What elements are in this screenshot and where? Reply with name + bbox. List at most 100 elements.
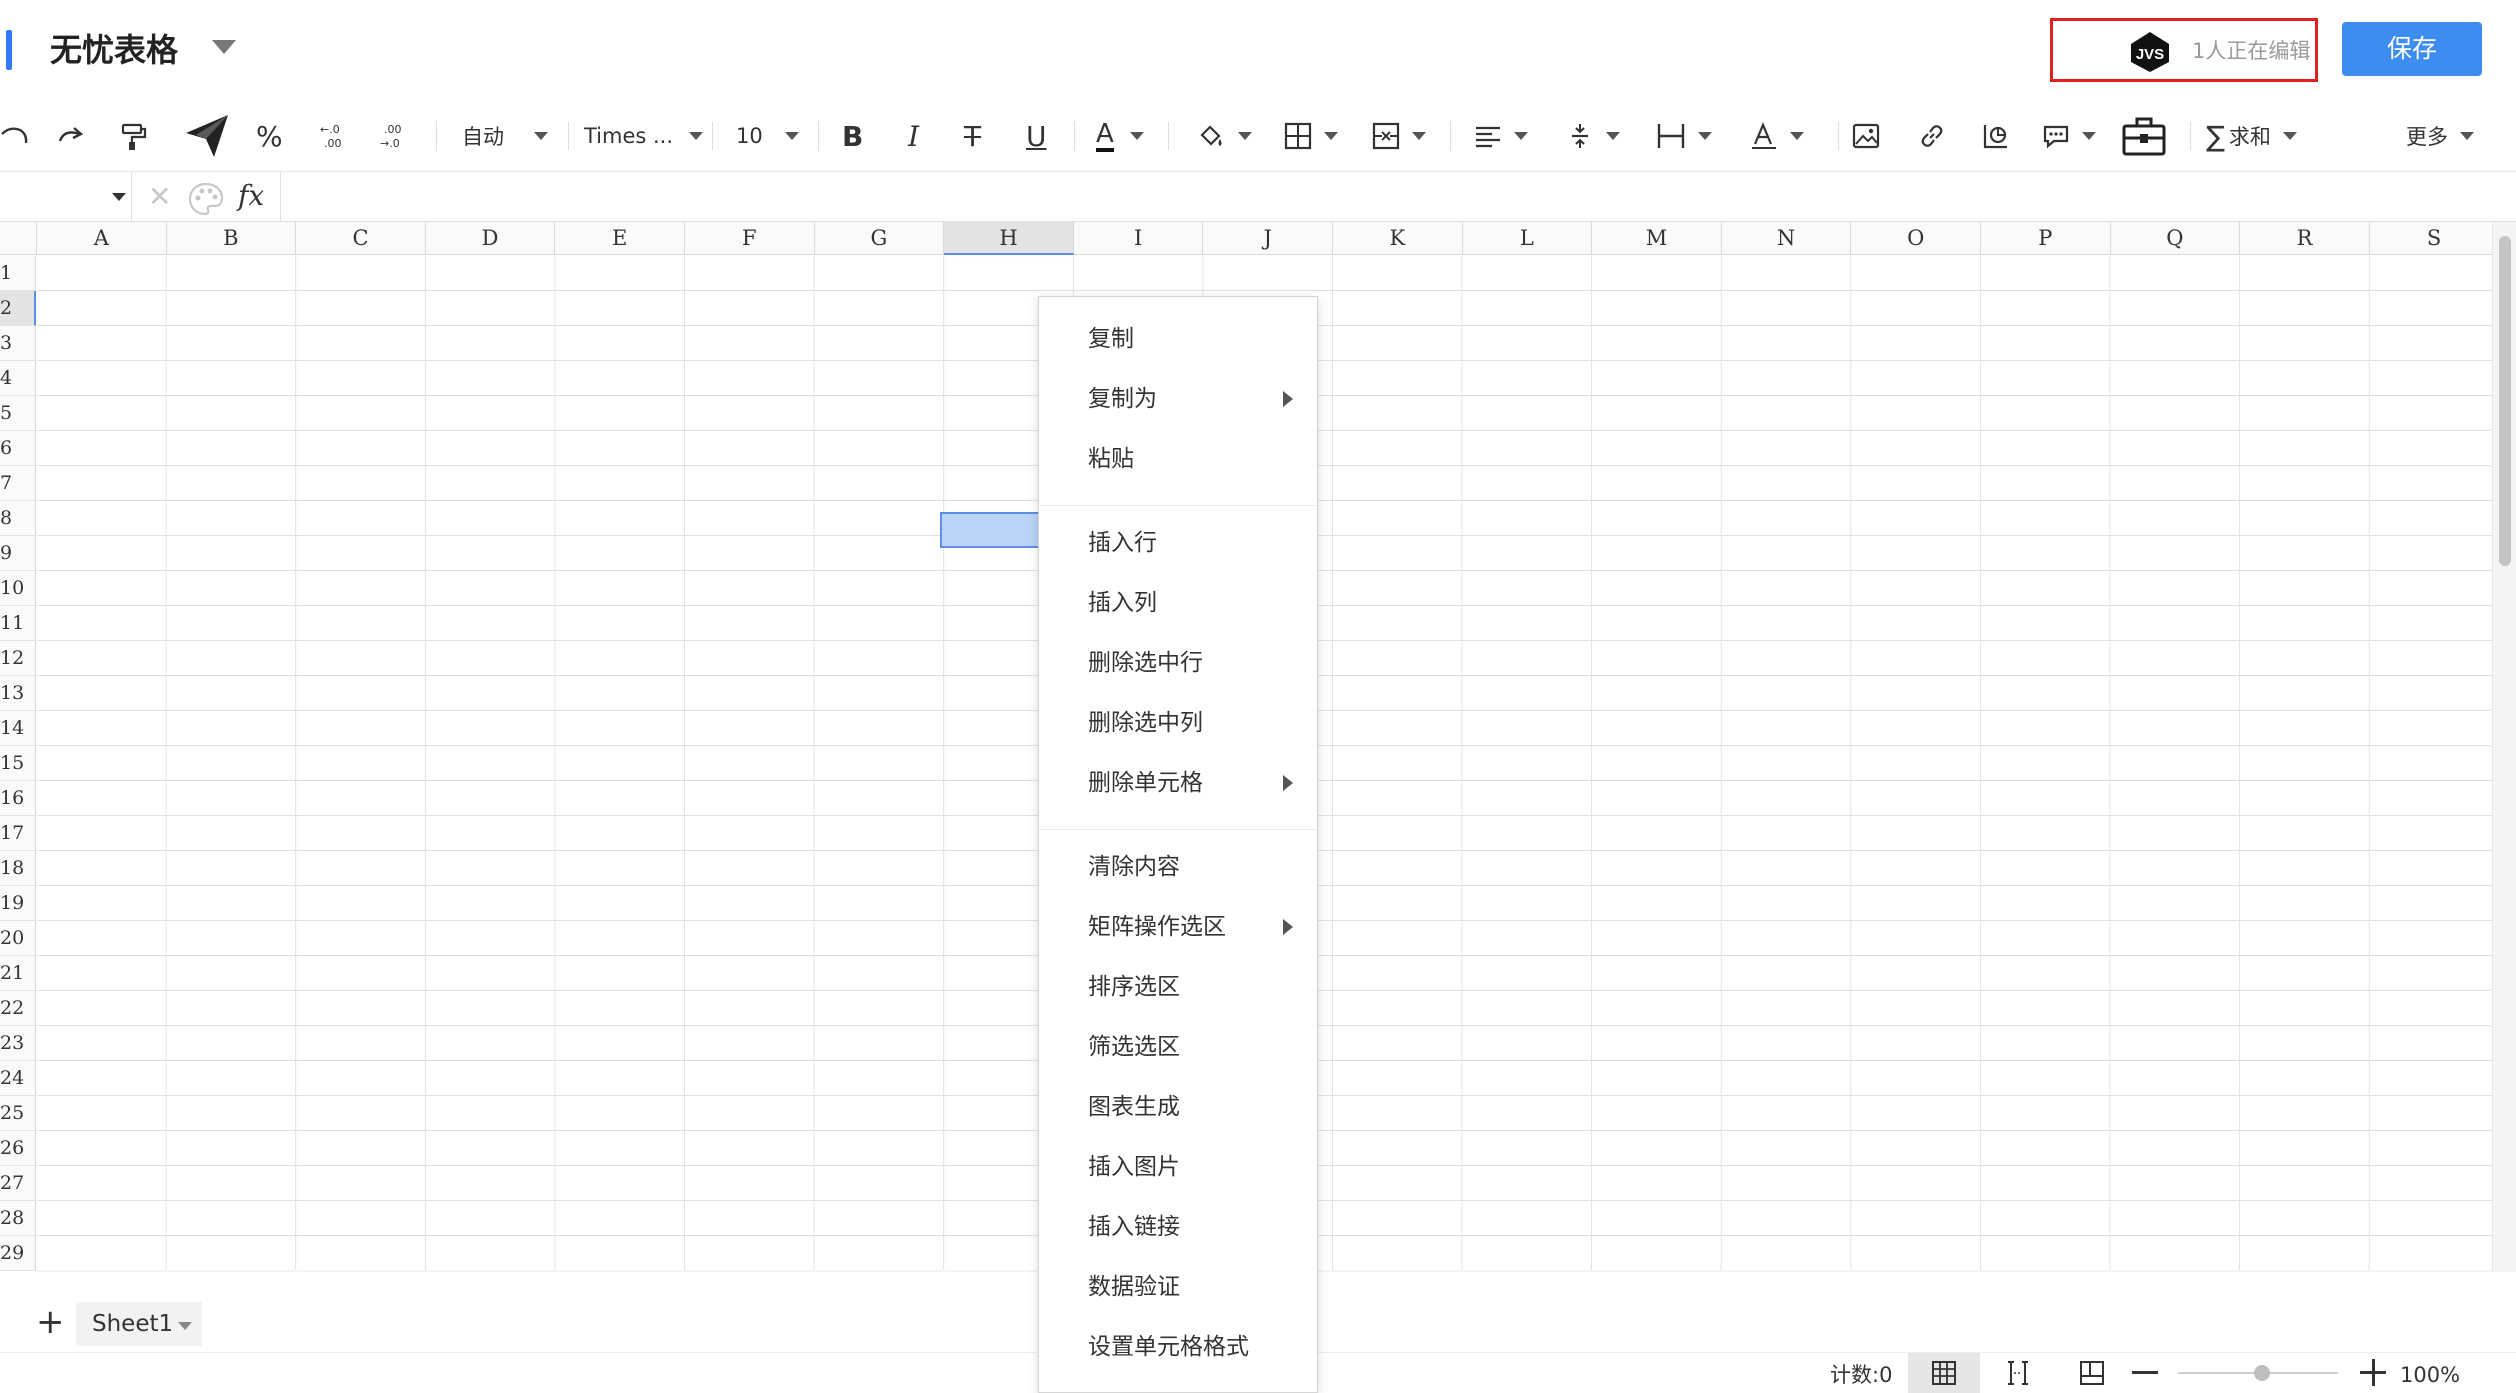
page-layout-view-icon[interactable] [2078, 1359, 2106, 1387]
column-header[interactable]: R [2240, 222, 2370, 255]
context-menu-item[interactable]: 删除选中行 [1039, 637, 1317, 689]
decimal-increase-button[interactable]: ←.0.00 [318, 118, 348, 154]
add-sheet-button[interactable]: + [36, 1304, 65, 1340]
column-header[interactable]: H [944, 222, 1074, 255]
insert-chart-button[interactable] [1982, 118, 2010, 154]
context-menu-item[interactable]: 设置单元格格式 [1039, 1321, 1317, 1373]
column-header[interactable]: J [1203, 222, 1333, 255]
row-header[interactable]: 10 [0, 571, 36, 606]
context-menu-item[interactable]: 插入列 [1039, 577, 1317, 629]
context-menu-item[interactable]: 插入行 [1039, 517, 1317, 569]
border-button[interactable] [1284, 118, 1338, 154]
underline-button[interactable]: U [1026, 118, 1047, 154]
row-header[interactable]: 8 [0, 501, 36, 536]
title-dropdown-caret-icon[interactable] [212, 40, 236, 54]
context-menu-item[interactable]: 矩阵操作选区 [1039, 901, 1317, 953]
strikethrough-button[interactable]: T [964, 118, 981, 154]
row-header[interactable]: 22 [0, 991, 36, 1026]
sum-button[interactable]: ∑ 求和 [2206, 118, 2297, 154]
undo-button[interactable] [0, 118, 30, 154]
italic-button[interactable]: I [908, 118, 919, 154]
row-header[interactable]: 29 [0, 1236, 36, 1271]
horizontal-align-button[interactable] [1474, 118, 1528, 154]
context-menu-item[interactable]: 复制为 [1039, 373, 1317, 425]
send-button[interactable] [184, 112, 230, 160]
row-header[interactable]: 23 [0, 1026, 36, 1061]
column-header[interactable]: L [1462, 222, 1593, 255]
row-header[interactable]: 12 [0, 641, 36, 676]
sheet-tab[interactable]: Sheet1 [76, 1302, 202, 1346]
column-header[interactable]: K [1333, 222, 1463, 255]
format-painter-button[interactable] [118, 118, 148, 154]
row-header[interactable]: 13 [0, 676, 36, 711]
bold-button[interactable]: B [842, 118, 863, 154]
column-header[interactable]: G [814, 222, 945, 255]
context-menu-item[interactable]: 数据验证 [1039, 1261, 1317, 1313]
row-header[interactable]: 15 [0, 746, 36, 781]
column-header[interactable]: E [555, 222, 685, 255]
row-header[interactable]: 16 [0, 781, 36, 816]
row-header[interactable]: 6 [0, 431, 36, 466]
column-header[interactable]: S [2369, 222, 2500, 255]
vertical-scroll-thumb[interactable] [2499, 236, 2511, 566]
context-menu-item[interactable]: 删除选中列 [1039, 697, 1317, 749]
row-header[interactable]: 3 [0, 326, 36, 361]
row-header[interactable]: 18 [0, 851, 36, 886]
vertical-align-button[interactable] [1566, 118, 1620, 154]
zoom-in-button-vertical[interactable] [2371, 1359, 2375, 1386]
font-family-select[interactable]: Times ... [584, 118, 704, 154]
row-header[interactable]: 2 [0, 291, 36, 326]
row-header[interactable]: 4 [0, 361, 36, 396]
row-header[interactable]: 21 [0, 956, 36, 991]
row-header[interactable]: 27 [0, 1166, 36, 1201]
context-menu-item[interactable]: 排序选区 [1039, 961, 1317, 1013]
name-box[interactable] [0, 172, 132, 221]
row-header[interactable]: 24 [0, 1061, 36, 1096]
column-header[interactable]: P [1981, 222, 2111, 255]
row-header[interactable]: 11 [0, 606, 36, 641]
column-header[interactable]: N [1721, 222, 1852, 255]
row-header[interactable]: 20 [0, 921, 36, 956]
cancel-formula-icon[interactable]: ✕ [148, 182, 171, 212]
palette-icon[interactable] [188, 182, 224, 216]
column-header[interactable]: C [296, 222, 426, 255]
column-header[interactable]: I [1073, 222, 1204, 255]
column-header[interactable]: M [1592, 222, 1722, 255]
normal-view-button[interactable] [1908, 1353, 1980, 1393]
function-fx-label[interactable]: fx [238, 180, 264, 212]
context-menu-item[interactable]: 插入链接 [1039, 1201, 1317, 1253]
context-menu-item[interactable]: 插入图片 [1039, 1141, 1317, 1193]
more-button[interactable]: 更多 [2406, 118, 2474, 154]
redo-button[interactable] [56, 118, 86, 154]
merge-cells-button[interactable] [1372, 118, 1426, 154]
fill-color-button[interactable] [1196, 118, 1252, 154]
context-menu-item[interactable]: 清除内容 [1039, 841, 1317, 893]
save-button[interactable]: 保存 [2342, 22, 2482, 76]
chevron-down-icon[interactable] [178, 1322, 192, 1330]
row-header[interactable]: 1 [0, 256, 36, 291]
row-header[interactable]: 7 [0, 466, 36, 501]
row-header[interactable]: 5 [0, 396, 36, 431]
comment-button[interactable] [2042, 118, 2096, 154]
decimal-decrease-button[interactable]: .00 →.0 [378, 118, 408, 154]
page-break-view-icon[interactable] [2004, 1359, 2032, 1387]
row-header[interactable]: 28 [0, 1201, 36, 1236]
select-all-corner[interactable] [0, 222, 37, 255]
zoom-out-button[interactable] [2132, 1371, 2158, 1374]
row-header[interactable]: 17 [0, 816, 36, 851]
context-menu-item[interactable]: 图表生成 [1039, 1081, 1317, 1133]
font-color-button[interactable]: A [1096, 118, 1144, 154]
row-header[interactable]: 19 [0, 886, 36, 921]
column-header[interactable]: A [37, 222, 167, 255]
font-size-select[interactable]: 10 [736, 118, 799, 154]
zoom-slider-thumb[interactable] [2254, 1365, 2270, 1381]
context-menu-item[interactable]: 复制 [1039, 313, 1317, 365]
percent-format-button[interactable]: % [256, 118, 283, 154]
context-menu-item[interactable]: 删除单元格 [1039, 757, 1317, 809]
row-header[interactable]: 14 [0, 711, 36, 746]
row-header[interactable]: 26 [0, 1131, 36, 1166]
insert-link-button[interactable] [1918, 118, 1946, 154]
text-wrap-button[interactable] [1656, 118, 1712, 154]
column-header[interactable]: B [166, 222, 297, 255]
column-header[interactable]: F [685, 222, 815, 255]
